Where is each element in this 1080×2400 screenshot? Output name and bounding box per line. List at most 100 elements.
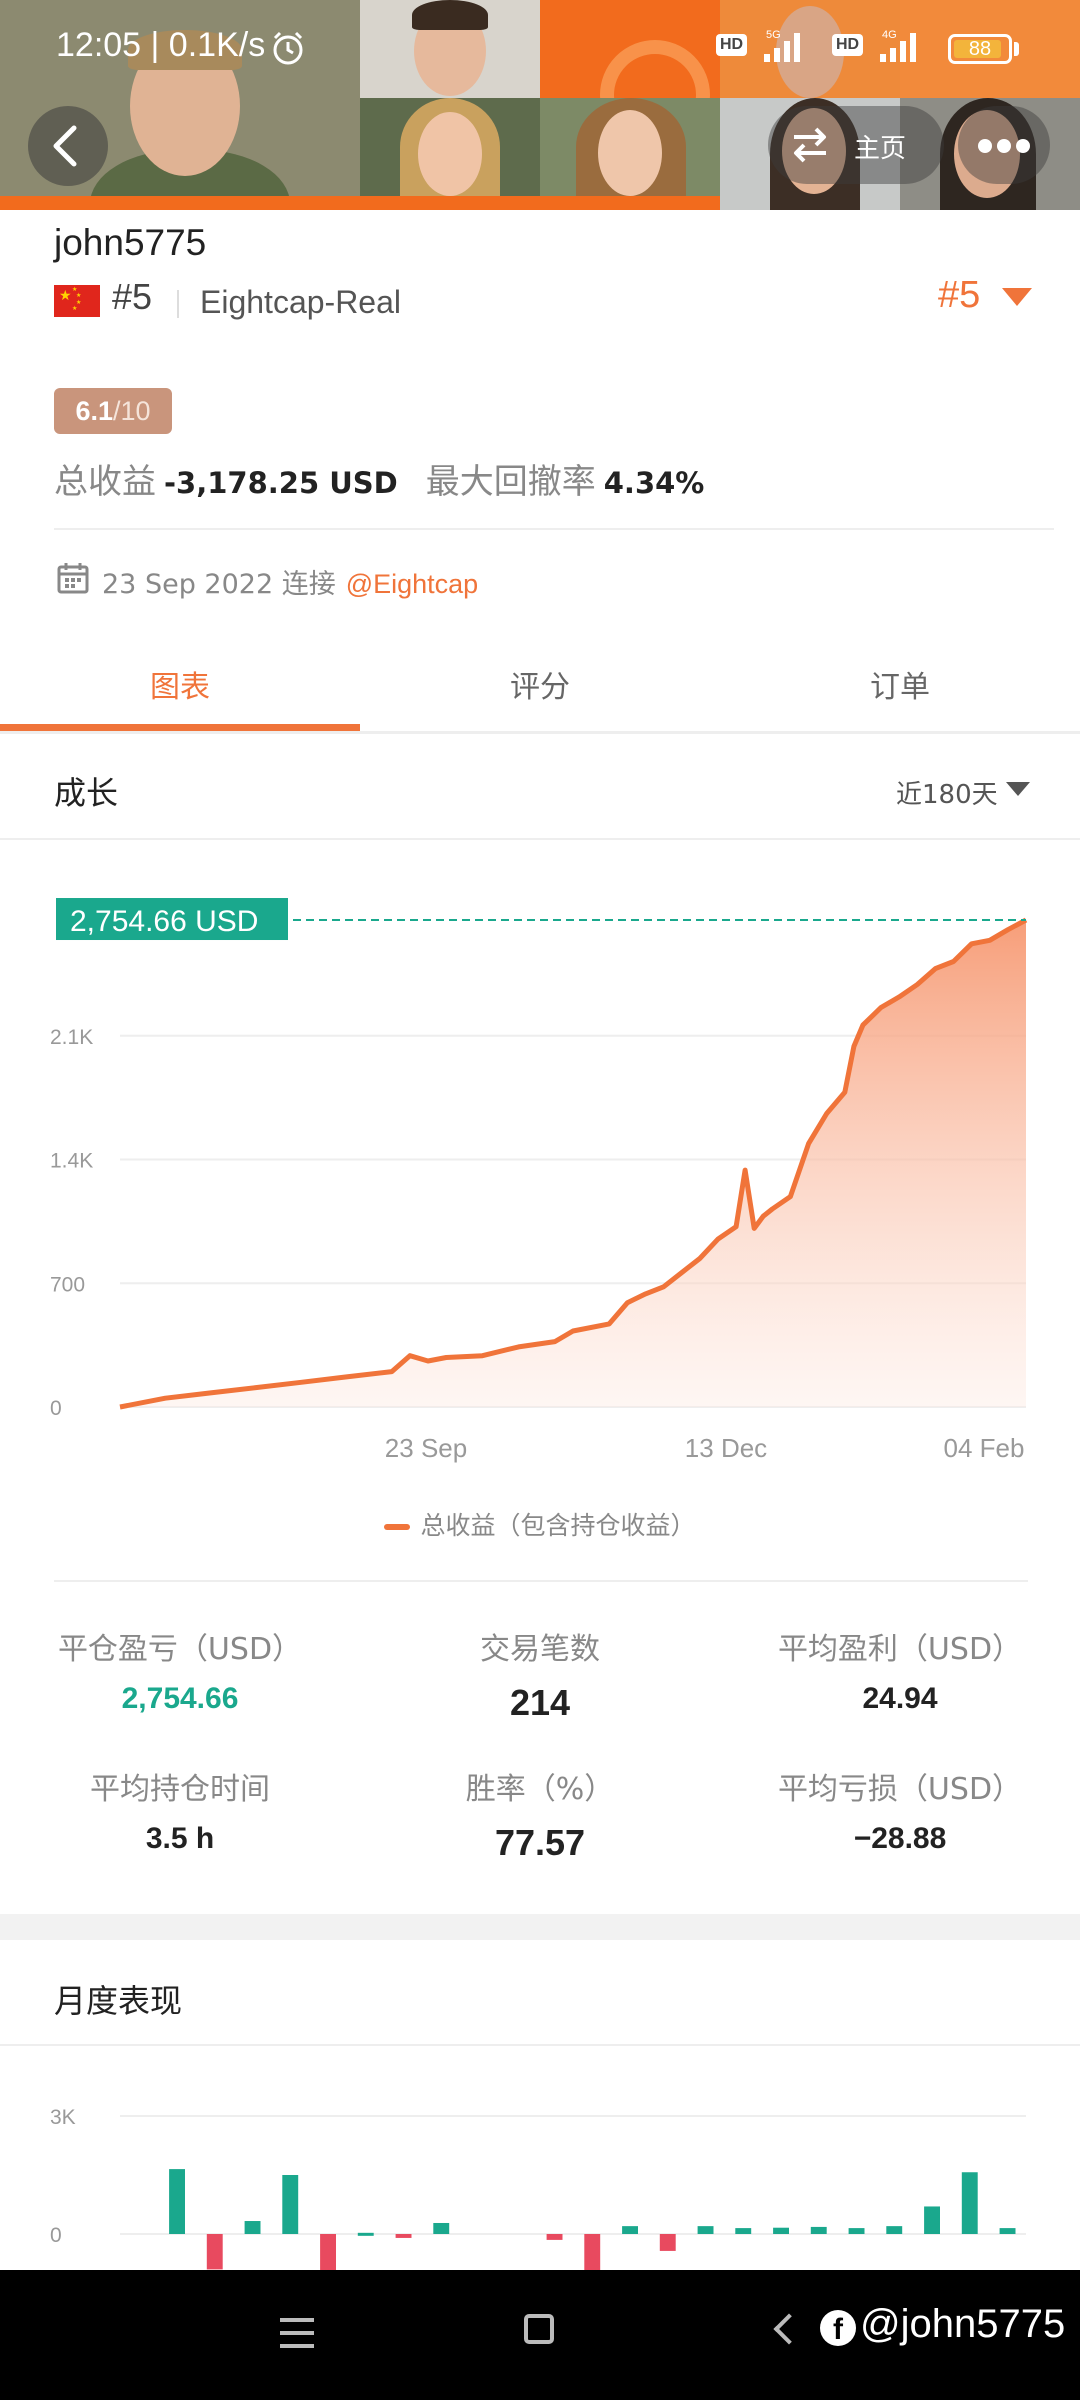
- more-button[interactable]: [958, 106, 1050, 184]
- monthly-bar[interactable]: [395, 2234, 412, 2238]
- china-flag-icon: ★ ★ ★ ★ ★: [54, 285, 100, 317]
- more-dot-icon: [978, 139, 992, 153]
- swap-icon: [794, 127, 826, 163]
- header-banner: 12:05 | 0.1K/s HD 5G HD 4G 88 主页: [0, 0, 1080, 210]
- monthly-bar[interactable]: [697, 2226, 714, 2234]
- metric-label: 平均持仓时间: [90, 1772, 270, 1807]
- hd-badge-2: HD: [832, 34, 864, 56]
- connected-info: 23 Sep 2022 连接 @Eightcap: [102, 562, 478, 601]
- monthly-bar[interactable]: [320, 2234, 336, 2270]
- legend-label: 总收益（包含持仓收益）: [420, 1511, 696, 1540]
- home-label: 主页: [854, 134, 907, 164]
- alarm-icon: [273, 31, 303, 65]
- monthly-bar[interactable]: [886, 2226, 903, 2234]
- x-tick-label: 13 Dec: [685, 1433, 767, 1463]
- watermark-handle: @john5775: [860, 2302, 1066, 2346]
- chart-legend: 总收益（包含持仓收益）: [0, 1506, 1080, 1542]
- metric-value: −28.88: [853, 1822, 947, 1855]
- monthly-bar[interactable]: [546, 2234, 563, 2240]
- broker-link[interactable]: @Eightcap: [346, 569, 478, 599]
- score-badge: 6.1/10: [54, 388, 172, 434]
- metric-label: 平均亏损（USD）: [777, 1772, 1023, 1807]
- metric-value: 214: [509, 1682, 571, 1723]
- status-bar: 12:05 | 0.1K/s HD 5G HD 4G 88: [0, 0, 1080, 100]
- y-tick-label: 1.4K: [50, 1150, 93, 1173]
- growth-chart: 2,754.66 USD 0 700 1.4K 2.1K 23 Sep 13 Dec 04…: [50, 898, 1028, 1463]
- home-button[interactable]: 主页: [768, 106, 944, 184]
- monthly-bar[interactable]: [244, 2221, 261, 2234]
- section-separator: [0, 1914, 1080, 1940]
- tab-rating[interactable]: 评分: [360, 662, 720, 706]
- score-max: /10: [113, 396, 151, 426]
- caret-down-icon[interactable]: [1006, 782, 1030, 796]
- metric-label: 胜率（%）: [465, 1772, 615, 1807]
- monthly-bar[interactable]: [584, 2234, 601, 2270]
- x-tick-label: 23 Sep: [385, 1433, 467, 1463]
- metric-avg-profit: 平均盈利（USD） 24.94: [720, 1624, 1080, 1716]
- caret-down-icon[interactable]: [1002, 288, 1032, 306]
- banner-accent-strip: [0, 196, 720, 210]
- menu-icon[interactable]: [280, 2318, 314, 2348]
- chevron-left-icon: [53, 125, 77, 167]
- trader-photo-3: [360, 98, 540, 196]
- monthly-bar[interactable]: [622, 2226, 638, 2234]
- monthly-bar[interactable]: [206, 2234, 223, 2270]
- signal-5g-icon: 5G: [764, 29, 800, 62]
- connected-date: 23 Sep 2022 连接: [102, 569, 336, 600]
- summary-stats: 总收益 -3,178.25 USD 最大回撤率 4.34%: [54, 454, 704, 503]
- metric-win-rate: 胜率（%） 77.57: [360, 1764, 720, 1864]
- score-value: 6.1: [75, 396, 113, 426]
- rank-dropdown[interactable]: #5: [938, 274, 980, 317]
- divider: [0, 2044, 1080, 2046]
- calendar-icon: [57, 563, 89, 594]
- divider: [54, 528, 1054, 530]
- max-drawdown-value: 4.34%: [603, 466, 705, 500]
- monthly-bar[interactable]: [924, 2206, 940, 2234]
- monthly-title: 月度表现: [54, 1982, 183, 2020]
- metric-avg-loss: 平均亏损（USD） −28.88: [720, 1764, 1080, 1856]
- more-dot-icon: [997, 139, 1011, 153]
- monthly-bar[interactable]: [433, 2222, 450, 2234]
- legend-swatch: [384, 1524, 411, 1530]
- watermark: f @john5775: [820, 2302, 1065, 2347]
- divider: [177, 290, 179, 318]
- metric-label: 平均盈利（USD）: [777, 1632, 1023, 1667]
- divider: [0, 731, 1080, 734]
- monthly-bar[interactable]: [773, 2227, 789, 2234]
- tab-orders[interactable]: 订单: [720, 662, 1080, 706]
- monthly-chart: 0 3K: [50, 2106, 1026, 2270]
- hd-badge-1: HD: [716, 34, 748, 56]
- monthly-bar[interactable]: [357, 2232, 374, 2236]
- battery-level: 88: [968, 38, 992, 60]
- metric-trade-count: 交易笔数 214: [360, 1624, 720, 1724]
- metric-label: 平仓盈亏（USD）: [57, 1632, 303, 1667]
- monthly-bar[interactable]: [282, 2175, 299, 2234]
- home-square-icon[interactable]: [524, 2314, 554, 2344]
- monthly-bar[interactable]: [999, 2228, 1016, 2234]
- tab-chart[interactable]: 图表: [0, 662, 360, 706]
- monthly-bar[interactable]: [169, 2169, 185, 2234]
- total-profit-label: 总收益: [54, 462, 156, 502]
- monthly-bar[interactable]: [810, 2226, 827, 2234]
- metric-value: 77.57: [494, 1822, 586, 1863]
- active-tab-indicator: [0, 724, 360, 731]
- metric-value: 24.94: [862, 1682, 938, 1715]
- metric-label: 交易笔数: [480, 1632, 600, 1667]
- back-button[interactable]: [28, 106, 108, 186]
- monthly-bar[interactable]: [961, 2172, 978, 2234]
- y-tick-label: 700: [50, 1273, 85, 1296]
- monthly-bar[interactable]: [659, 2234, 676, 2251]
- y-tick-label: 0: [50, 1397, 62, 1420]
- facebook-icon: f: [820, 2310, 856, 2346]
- username: john5775: [54, 222, 207, 263]
- divider: [54, 1580, 1028, 1582]
- metric-value: 2,754.66: [121, 1682, 239, 1715]
- max-drawdown-label: 最大回撤率: [425, 462, 596, 502]
- back-arrow-icon[interactable]: [773, 2313, 805, 2345]
- monthly-bar[interactable]: [735, 2228, 752, 2234]
- range-selector[interactable]: 近180天: [896, 774, 998, 811]
- divider: [0, 838, 1080, 840]
- x-tick-label: 04 Feb: [944, 1433, 1025, 1463]
- growth-area: [120, 920, 1026, 1407]
- monthly-bar[interactable]: [848, 2228, 865, 2234]
